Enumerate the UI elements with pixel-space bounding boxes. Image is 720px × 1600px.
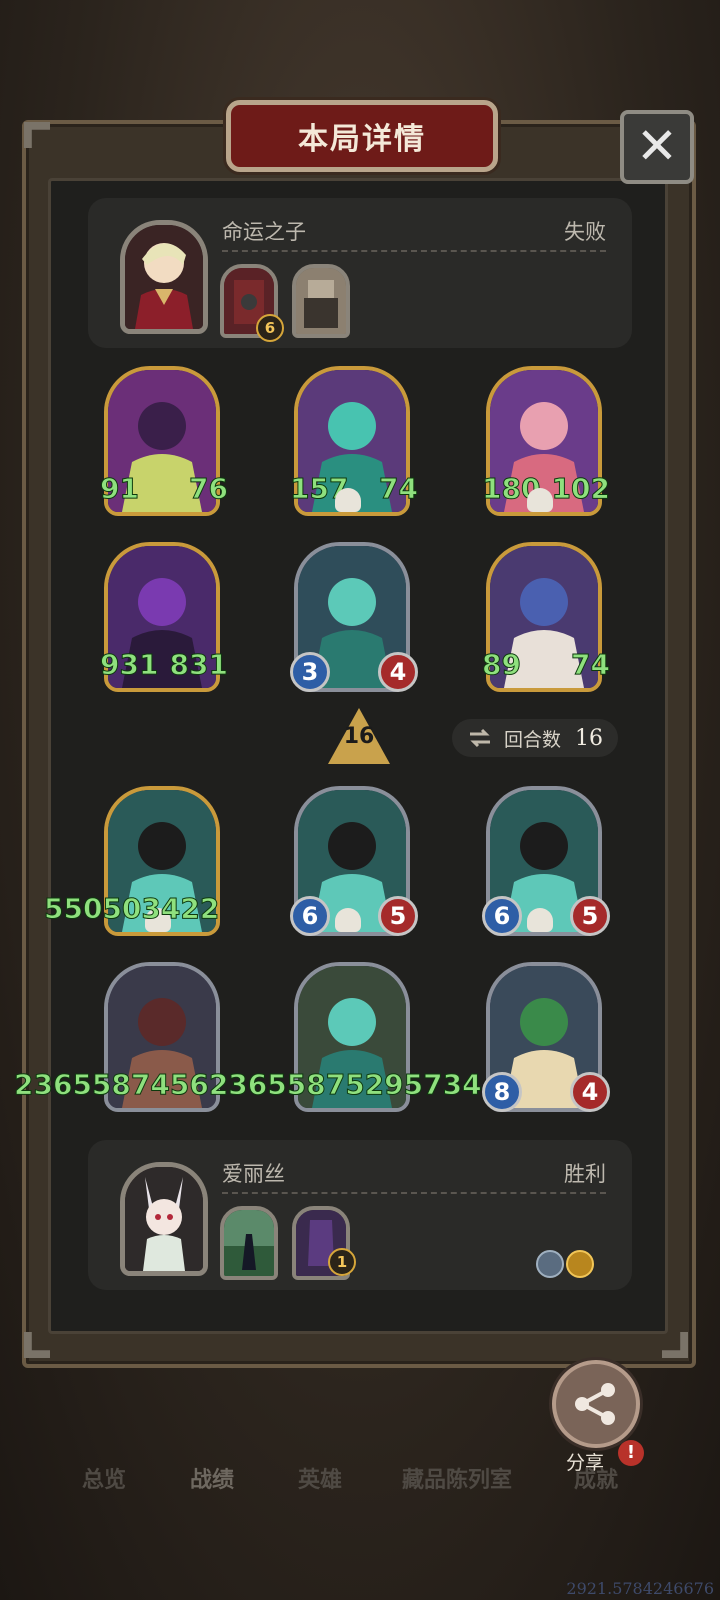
tab-record[interactable]: 战绩: [190, 1462, 234, 1494]
enemy-minion-card[interactable]: 91 76: [100, 366, 228, 516]
debug-number: 2921.5784246676: [566, 1579, 714, 1598]
share-button[interactable]: [552, 1360, 640, 1448]
attack-stat: 6: [482, 896, 522, 936]
turn-value: 16: [575, 725, 604, 751]
relic-item[interactable]: [220, 1206, 278, 1280]
opponent-panel: 命运之子 失败 6: [88, 198, 632, 348]
close-button[interactable]: ✕: [620, 110, 694, 184]
attack-stat: 931: [99, 648, 159, 682]
attack-stat: 8: [482, 1072, 522, 1112]
overflow-stat-text: 550503422: [43, 892, 220, 926]
player-result: 胜利: [564, 1162, 606, 1186]
opponent-name: 命运之子: [222, 220, 306, 244]
enemy-minion-card[interactable]: 931 831: [99, 542, 229, 692]
gold-coin-icon: [566, 1250, 594, 1278]
opponent-avatar[interactable]: [120, 220, 208, 334]
tab-overview[interactable]: 总览: [82, 1462, 126, 1494]
health-stat: 5: [378, 896, 418, 936]
player-minion-card[interactable]: 65: [482, 786, 610, 936]
relic-count-badge: 6: [256, 314, 284, 342]
health-stat: 831: [169, 648, 228, 682]
turn-label: 回合数: [504, 728, 562, 751]
health-stat: 5: [570, 896, 610, 936]
health-stat: 74: [571, 648, 611, 682]
attack-stat: 89: [482, 648, 522, 682]
turn-indicator-value: 16: [343, 724, 375, 749]
enemy-minion-card[interactable]: 180 102: [481, 366, 611, 516]
divider: [222, 250, 606, 252]
health-stat: 76: [189, 472, 229, 506]
page-title: 本局详情: [226, 100, 498, 172]
player-panel: 爱丽丝 胜利 1: [88, 1140, 632, 1290]
skull-icon: [527, 908, 553, 932]
attack-stat: 6: [290, 896, 330, 936]
player-minion-card[interactable]: 65: [290, 786, 418, 936]
opponent-result: 失败: [564, 220, 606, 244]
attack-stat: 3: [290, 652, 330, 692]
overflow-stat-text: 236558745623655875295734: [14, 1068, 483, 1102]
relic-count-badge: 1: [328, 1248, 356, 1276]
share-icon: [575, 1383, 615, 1425]
enemy-minion-card[interactable]: 89 74: [482, 542, 610, 692]
tab-collection[interactable]: 藏品陈列室: [402, 1462, 512, 1494]
player-minion-card[interactable]: 84: [482, 962, 610, 1112]
skull-icon: [335, 488, 361, 512]
sword-icon: [536, 1250, 564, 1278]
health-stat: 4: [378, 652, 418, 692]
attack-stat: 91: [100, 472, 140, 506]
divider: [222, 1192, 606, 1194]
skull-icon: [335, 908, 361, 932]
close-icon: ✕: [636, 117, 678, 175]
enemy-minion-card[interactable]: 34: [290, 542, 418, 692]
enemy-minion-card[interactable]: 157 74: [289, 366, 418, 516]
health-stat: 102: [551, 472, 610, 506]
relic-item[interactable]: [292, 264, 350, 338]
player-name: 爱丽丝: [222, 1162, 285, 1186]
tab-heroes[interactable]: 英雄: [298, 1462, 342, 1494]
health-stat: 74: [379, 472, 419, 506]
player-avatar[interactable]: [120, 1162, 208, 1276]
health-stat: 4: [570, 1072, 610, 1112]
page-title-text: 本局详情: [298, 122, 426, 157]
turn-counter: 回合数 16: [452, 719, 618, 757]
skull-icon: [527, 488, 553, 512]
tab-achievements[interactable]: 成就: [574, 1462, 618, 1494]
swap-icon: [470, 728, 490, 748]
